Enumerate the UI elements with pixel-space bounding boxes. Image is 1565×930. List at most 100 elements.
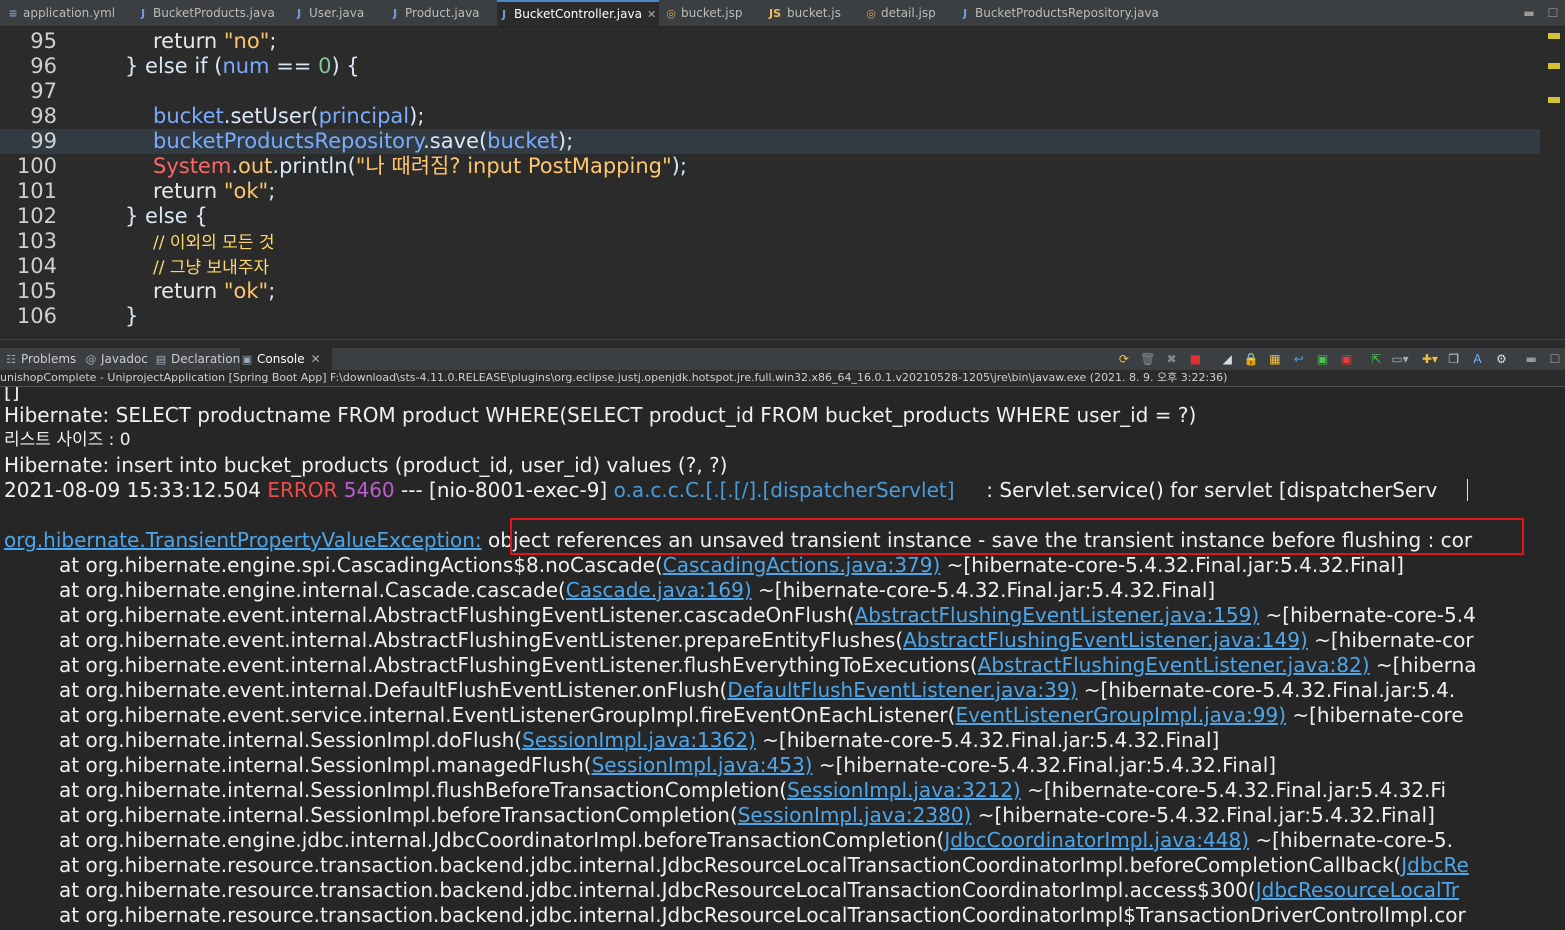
- clear-console-icon[interactable]: ◢: [1217, 348, 1237, 370]
- tab-bucketproductsrepository-java[interactable]: J BucketProductsRepository.java: [958, 0, 1158, 26]
- show-stderr-icon[interactable]: ▣: [1336, 348, 1356, 370]
- code-line-current: 99 bucketProductsRepository.save(bucket);: [0, 129, 1540, 154]
- stack-trace-line: at org.hibernate.resource.transaction.ba…: [59, 853, 1469, 877]
- editor-tab-bar: ≡ application.yml J BucketProducts.java JU…: [0, 0, 1565, 27]
- java-file-icon: J: [501, 8, 507, 21]
- stack-trace-line: at org.hibernate.event.internal.Abstract…: [59, 628, 1474, 652]
- stack-trace-link[interactable]: SessionImpl.java:1362): [522, 728, 756, 752]
- stack-trace-line: at org.hibernate.internal.SessionImpl.fl…: [59, 778, 1447, 802]
- maximize-icon[interactable]: ☐: [1541, 0, 1565, 26]
- console-line: []: [4, 387, 20, 403]
- copy-icon[interactable]: ❐: [1444, 348, 1464, 370]
- trash-icon[interactable]: 🗑: [1138, 348, 1158, 370]
- exception-message: object references an unsaved transient i…: [481, 528, 1473, 552]
- console-line: Hibernate: insert into bucket_products (…: [4, 453, 728, 477]
- tab-application-yml[interactable]: ≡ application.yml: [6, 0, 126, 26]
- scroll-lock-icon[interactable]: 🔒: [1241, 348, 1261, 370]
- code-line: 97: [30, 79, 57, 103]
- remove-all-icon[interactable]: ✖: [1162, 348, 1182, 370]
- ruler-marker[interactable]: [1548, 33, 1560, 39]
- stack-trace-line: at org.hibernate.event.internal.Abstract…: [59, 653, 1477, 677]
- java-file-icon: J: [392, 7, 398, 20]
- ruler-marker[interactable]: [1548, 63, 1560, 69]
- show-stdout-icon[interactable]: ▣: [1313, 348, 1333, 370]
- stack-trace-link[interactable]: JdbcCoordinatorImpl.java:448): [944, 828, 1249, 852]
- tab-bucketcontroller-java[interactable]: J BucketController.java ✕: [497, 0, 659, 26]
- code-line: 95 return "no";: [30, 29, 277, 53]
- stack-trace-link[interactable]: SessionImpl.java:453): [592, 753, 813, 777]
- code-line: 101 return "ok";: [16, 179, 276, 203]
- stack-trace-link[interactable]: AbstractFlushingEventListener.java:149): [903, 628, 1308, 652]
- close-icon[interactable]: ✕: [647, 8, 656, 21]
- code-line: 105 return "ok";: [16, 279, 276, 303]
- maximize-icon[interactable]: ☐: [1545, 348, 1565, 370]
- yml-file-icon: ≡: [8, 7, 18, 20]
- code-line: 104// 그냥 보내주자: [16, 254, 270, 278]
- problems-icon: ☷: [6, 353, 16, 366]
- code-editor[interactable]: 95 return "no"; 96} else if (num == 0) { …: [0, 27, 1565, 339]
- editor-overview-ruler[interactable]: [1543, 27, 1565, 339]
- console-line: Hibernate: SELECT productname FROM produ…: [4, 403, 1197, 427]
- gear-icon[interactable]: ⚙: [1491, 348, 1511, 370]
- stack-trace-link[interactable]: AbstractFlushingEventListener.java:159): [855, 603, 1260, 627]
- console-launch-info: unishopComplete - UniprojectApplication …: [0, 370, 1565, 387]
- view-tab-bar: ☷ Problems @ Javadoc ▤ Declaration ▣ Console…: [0, 348, 1565, 370]
- code-line: 96} else if (num == 0) {: [30, 54, 360, 78]
- stack-trace-line: at org.hibernate.event.internal.Abstract…: [59, 603, 1476, 627]
- tab-declaration[interactable]: ▤ Declaration: [154, 348, 240, 370]
- code-line: 102} else {: [16, 204, 208, 228]
- tab-bucketproducts-java[interactable]: J BucketProducts.java: [136, 0, 276, 26]
- code-line: 100 System.out.println("나 때려짐? input Post…: [16, 154, 687, 178]
- stack-trace-line: at org.hibernate.resource.transaction.ba…: [59, 878, 1460, 902]
- console-toolbar: ⟳ 🗑 ✖ ■ ◢ 🔒 ▦ ↩ ▣ ▣ ⇱ ▭▾ ✚▾ ❐ A ⚙ ▬ ☐: [1114, 348, 1565, 370]
- at-sign-icon: @: [85, 353, 97, 366]
- stack-trace-line: at org.hibernate.event.internal.DefaultF…: [59, 678, 1456, 702]
- console-output[interactable]: [] Hibernate: SELECT productname FROM pr…: [0, 387, 1565, 930]
- stack-trace-link[interactable]: SessionImpl.java:3212): [787, 778, 1021, 802]
- tab-user-java[interactable]: J User.java: [292, 0, 372, 26]
- console-line: 리스트 사이즈 : 0: [4, 430, 131, 450]
- tab-detail-jsp[interactable]: ◎ detail.jsp: [864, 0, 944, 26]
- stack-trace-link[interactable]: EventListenerGroupImpl.java:99): [955, 703, 1286, 727]
- stack-trace-link[interactable]: JdbcResourceLocalTr: [1256, 878, 1459, 902]
- stack-trace-link[interactable]: CascadingActions.java:379): [663, 553, 941, 577]
- new-console-icon[interactable]: ✚▾: [1420, 348, 1440, 370]
- code-line: 103// 이외의 모든 것: [16, 229, 275, 253]
- stack-trace-link[interactable]: SessionImpl.java:2380): [738, 803, 972, 827]
- stack-trace-line: at org.hibernate.engine.jdbc.internal.Jd…: [59, 828, 1453, 852]
- minimize-icon[interactable]: ▬: [1521, 348, 1541, 370]
- word-wrap-icon[interactable]: ↩: [1289, 348, 1309, 370]
- stack-trace-line: at org.hibernate.engine.internal.Cascade…: [59, 578, 1216, 602]
- stack-trace-line: at org.hibernate.resource.transaction.ba…: [59, 903, 1466, 927]
- java-file-icon: J: [962, 7, 968, 20]
- stack-trace-line: at org.hibernate.internal.SessionImpl.do…: [59, 728, 1220, 752]
- tab-console[interactable]: ▣ Console ✕: [240, 348, 332, 370]
- display-console-icon[interactable]: ⇱: [1366, 348, 1386, 370]
- java-file-icon: J: [140, 7, 146, 20]
- stop-icon[interactable]: ■: [1185, 348, 1205, 370]
- monitor-icon[interactable]: ▭▾: [1390, 348, 1410, 370]
- tab-bucket-js[interactable]: JS bucket.js: [766, 0, 852, 26]
- stack-trace-line: at org.hibernate.engine.spi.CascadingAct…: [59, 553, 1404, 577]
- tab-product-java[interactable]: J Product.java: [388, 0, 488, 26]
- stack-trace-link[interactable]: JdbcRe: [1401, 853, 1469, 877]
- spell-icon[interactable]: A: [1468, 348, 1488, 370]
- tab-problems[interactable]: ☷ Problems: [4, 348, 76, 370]
- stack-trace-line: at org.hibernate.internal.SessionImpl.be…: [59, 803, 1435, 827]
- stack-trace-link[interactable]: Cascade.java:169): [566, 578, 752, 602]
- close-icon[interactable]: ✕: [311, 352, 321, 366]
- minimize-icon[interactable]: ▬: [1517, 0, 1541, 26]
- code-line: 106}: [16, 304, 139, 328]
- console-icon: ▣: [241, 353, 253, 366]
- jsp-file-icon: ◎: [666, 7, 676, 20]
- pin-icon[interactable]: ▦: [1265, 348, 1285, 370]
- code-line: 98 bucket.setUser(principal);: [30, 104, 425, 128]
- stack-trace-link[interactable]: AbstractFlushingEventListener.java:82): [978, 653, 1370, 677]
- ruler-marker[interactable]: [1548, 97, 1560, 103]
- tab-javadoc[interactable]: @ Javadoc: [84, 348, 148, 370]
- declaration-icon: ▤: [155, 353, 167, 366]
- exception-class-link[interactable]: org.hibernate.TransientPropertyValueExce…: [4, 528, 475, 552]
- tab-bucket-jsp[interactable]: ◎ bucket.jsp: [664, 0, 752, 26]
- refresh-icon[interactable]: ⟳: [1114, 348, 1134, 370]
- stack-trace-link[interactable]: DefaultFlushEventListener.java:39): [727, 678, 1077, 702]
